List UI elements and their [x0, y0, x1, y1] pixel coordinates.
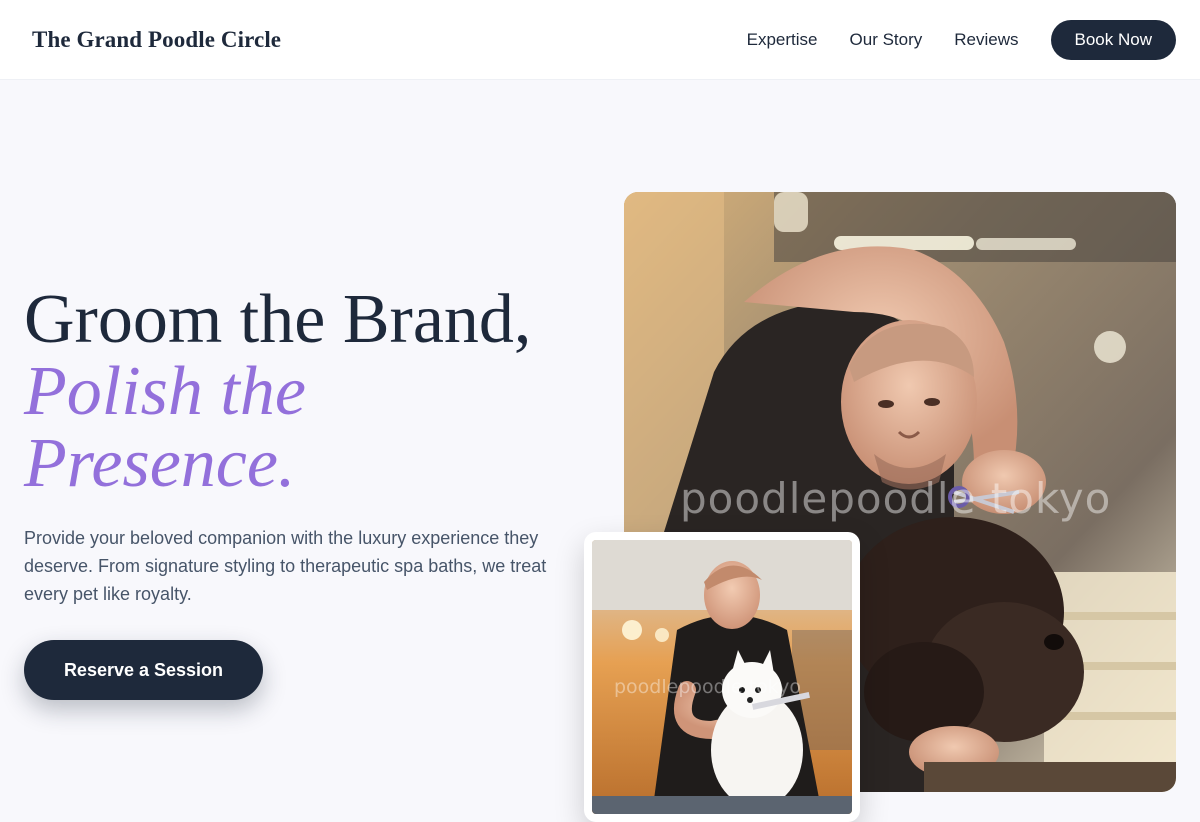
nav-link-reviews[interactable]: Reviews — [954, 30, 1018, 50]
main-photo-watermark: poodlepoodle tokyo — [680, 474, 1112, 523]
hero-headline: Groom the Brand, Polish the Presence. — [24, 284, 584, 500]
headline-accent-line-1: Polish the — [24, 353, 306, 430]
inset-photo-watermark: poodlepoodle tokyo — [614, 676, 801, 698]
headline-accent-line-2: Presence. — [24, 425, 296, 502]
inset-photo-card: poodlepoodle tokyo — [584, 532, 860, 822]
headline-line-1: Groom the Brand, — [24, 281, 532, 358]
main-nav: Expertise Our Story Reviews Book Now — [747, 19, 1176, 60]
hero-description: Provide your beloved companion with the … — [24, 528, 547, 604]
groomer-inset-photo: poodlepoodle tokyo — [592, 540, 852, 814]
nav-link-our-story[interactable]: Our Story — [850, 30, 923, 50]
nav-link-expertise[interactable]: Expertise — [747, 30, 818, 50]
reserve-session-button[interactable]: Reserve a Session — [24, 640, 263, 700]
book-now-button[interactable]: Book Now — [1050, 19, 1176, 60]
site-header: The Grand Poodle Circle Expertise Our St… — [0, 0, 1200, 80]
brand-logo[interactable]: The Grand Poodle Circle — [32, 27, 281, 53]
